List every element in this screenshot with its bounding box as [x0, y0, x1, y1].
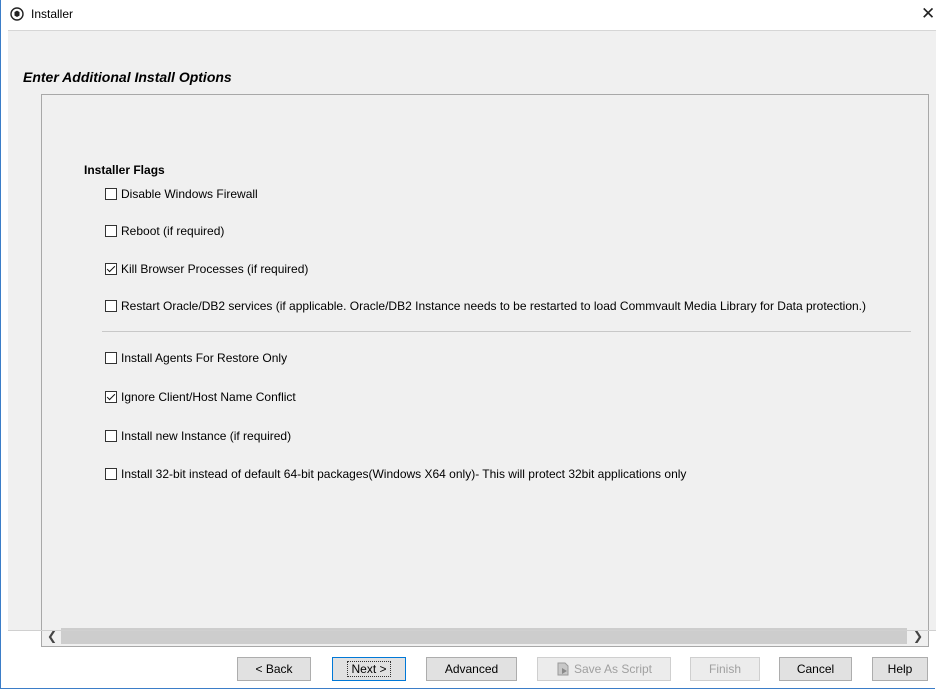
next-button[interactable]: Next >: [332, 657, 406, 681]
option-ignore-conflict[interactable]: Ignore Client/Host Name Conflict: [105, 389, 296, 405]
option-restart-oracle[interactable]: Restart Oracle/DB2 services (if applicab…: [105, 298, 866, 314]
options-panel: Installer Flags Disable Windows Firewall…: [41, 94, 929, 647]
installer-app-icon: [10, 7, 24, 21]
checkbox[interactable]: [105, 188, 117, 200]
back-button[interactable]: < Back: [237, 657, 311, 681]
next-label: Next >: [347, 661, 391, 677]
checkbox[interactable]: [105, 430, 117, 442]
divider: [102, 331, 911, 332]
close-icon[interactable]: ✕: [921, 4, 936, 24]
option-label: Install Agents For Restore Only: [121, 351, 288, 365]
option-label: Kill Browser Processes (if required): [121, 262, 309, 276]
window-title: Installer: [31, 7, 74, 21]
script-icon: [557, 662, 569, 676]
checkbox[interactable]: [105, 300, 117, 312]
finish-button[interactable]: Finish: [690, 657, 760, 681]
option-label: Restart Oracle/DB2 services (if applicab…: [121, 299, 867, 313]
option-32bit[interactable]: Install 32-bit instead of default 64-bit…: [105, 466, 686, 482]
installer-window: Installer ✕ Enter Additional Install Opt…: [0, 0, 936, 689]
option-disable-firewall[interactable]: Disable Windows Firewall: [105, 186, 258, 202]
finish-label: Finish: [708, 662, 741, 676]
option-restore-only[interactable]: Install Agents For Restore Only: [105, 350, 287, 366]
checkbox[interactable]: [105, 468, 117, 480]
advanced-label: Advanced: [444, 662, 499, 676]
footer-divider: [8, 630, 936, 631]
option-label: Install new Instance (if required): [121, 429, 292, 443]
option-kill-browser[interactable]: Kill Browser Processes (if required): [105, 261, 308, 277]
checkbox[interactable]: [105, 352, 117, 364]
checkbox[interactable]: [105, 263, 117, 275]
checkbox[interactable]: [105, 391, 117, 403]
group-title: Installer Flags: [84, 163, 165, 177]
checkbox[interactable]: [105, 225, 117, 237]
cancel-button[interactable]: Cancel: [779, 657, 852, 681]
advanced-button[interactable]: Advanced: [426, 657, 517, 681]
title-bar[interactable]: Installer ✕: [1, 0, 936, 30]
option-label: Reboot (if required): [121, 224, 225, 238]
cancel-label: Cancel: [796, 662, 835, 676]
option-label: Install 32-bit instead of default 64-bit…: [121, 467, 687, 481]
content-area: Enter Additional Install Options Install…: [8, 30, 936, 647]
save-as-script-label: Save As Script: [573, 662, 653, 676]
option-label: Disable Windows Firewall: [121, 187, 258, 201]
back-label: < Back: [255, 662, 293, 676]
help-button[interactable]: Help: [872, 657, 928, 681]
option-new-instance[interactable]: Install new Instance (if required): [105, 428, 291, 444]
save-as-script-button[interactable]: Save As Script: [537, 657, 671, 681]
option-label: Ignore Client/Host Name Conflict: [121, 390, 296, 404]
help-label: Help: [887, 662, 913, 676]
page-heading: Enter Additional Install Options: [23, 69, 232, 85]
option-reboot[interactable]: Reboot (if required): [105, 223, 224, 239]
